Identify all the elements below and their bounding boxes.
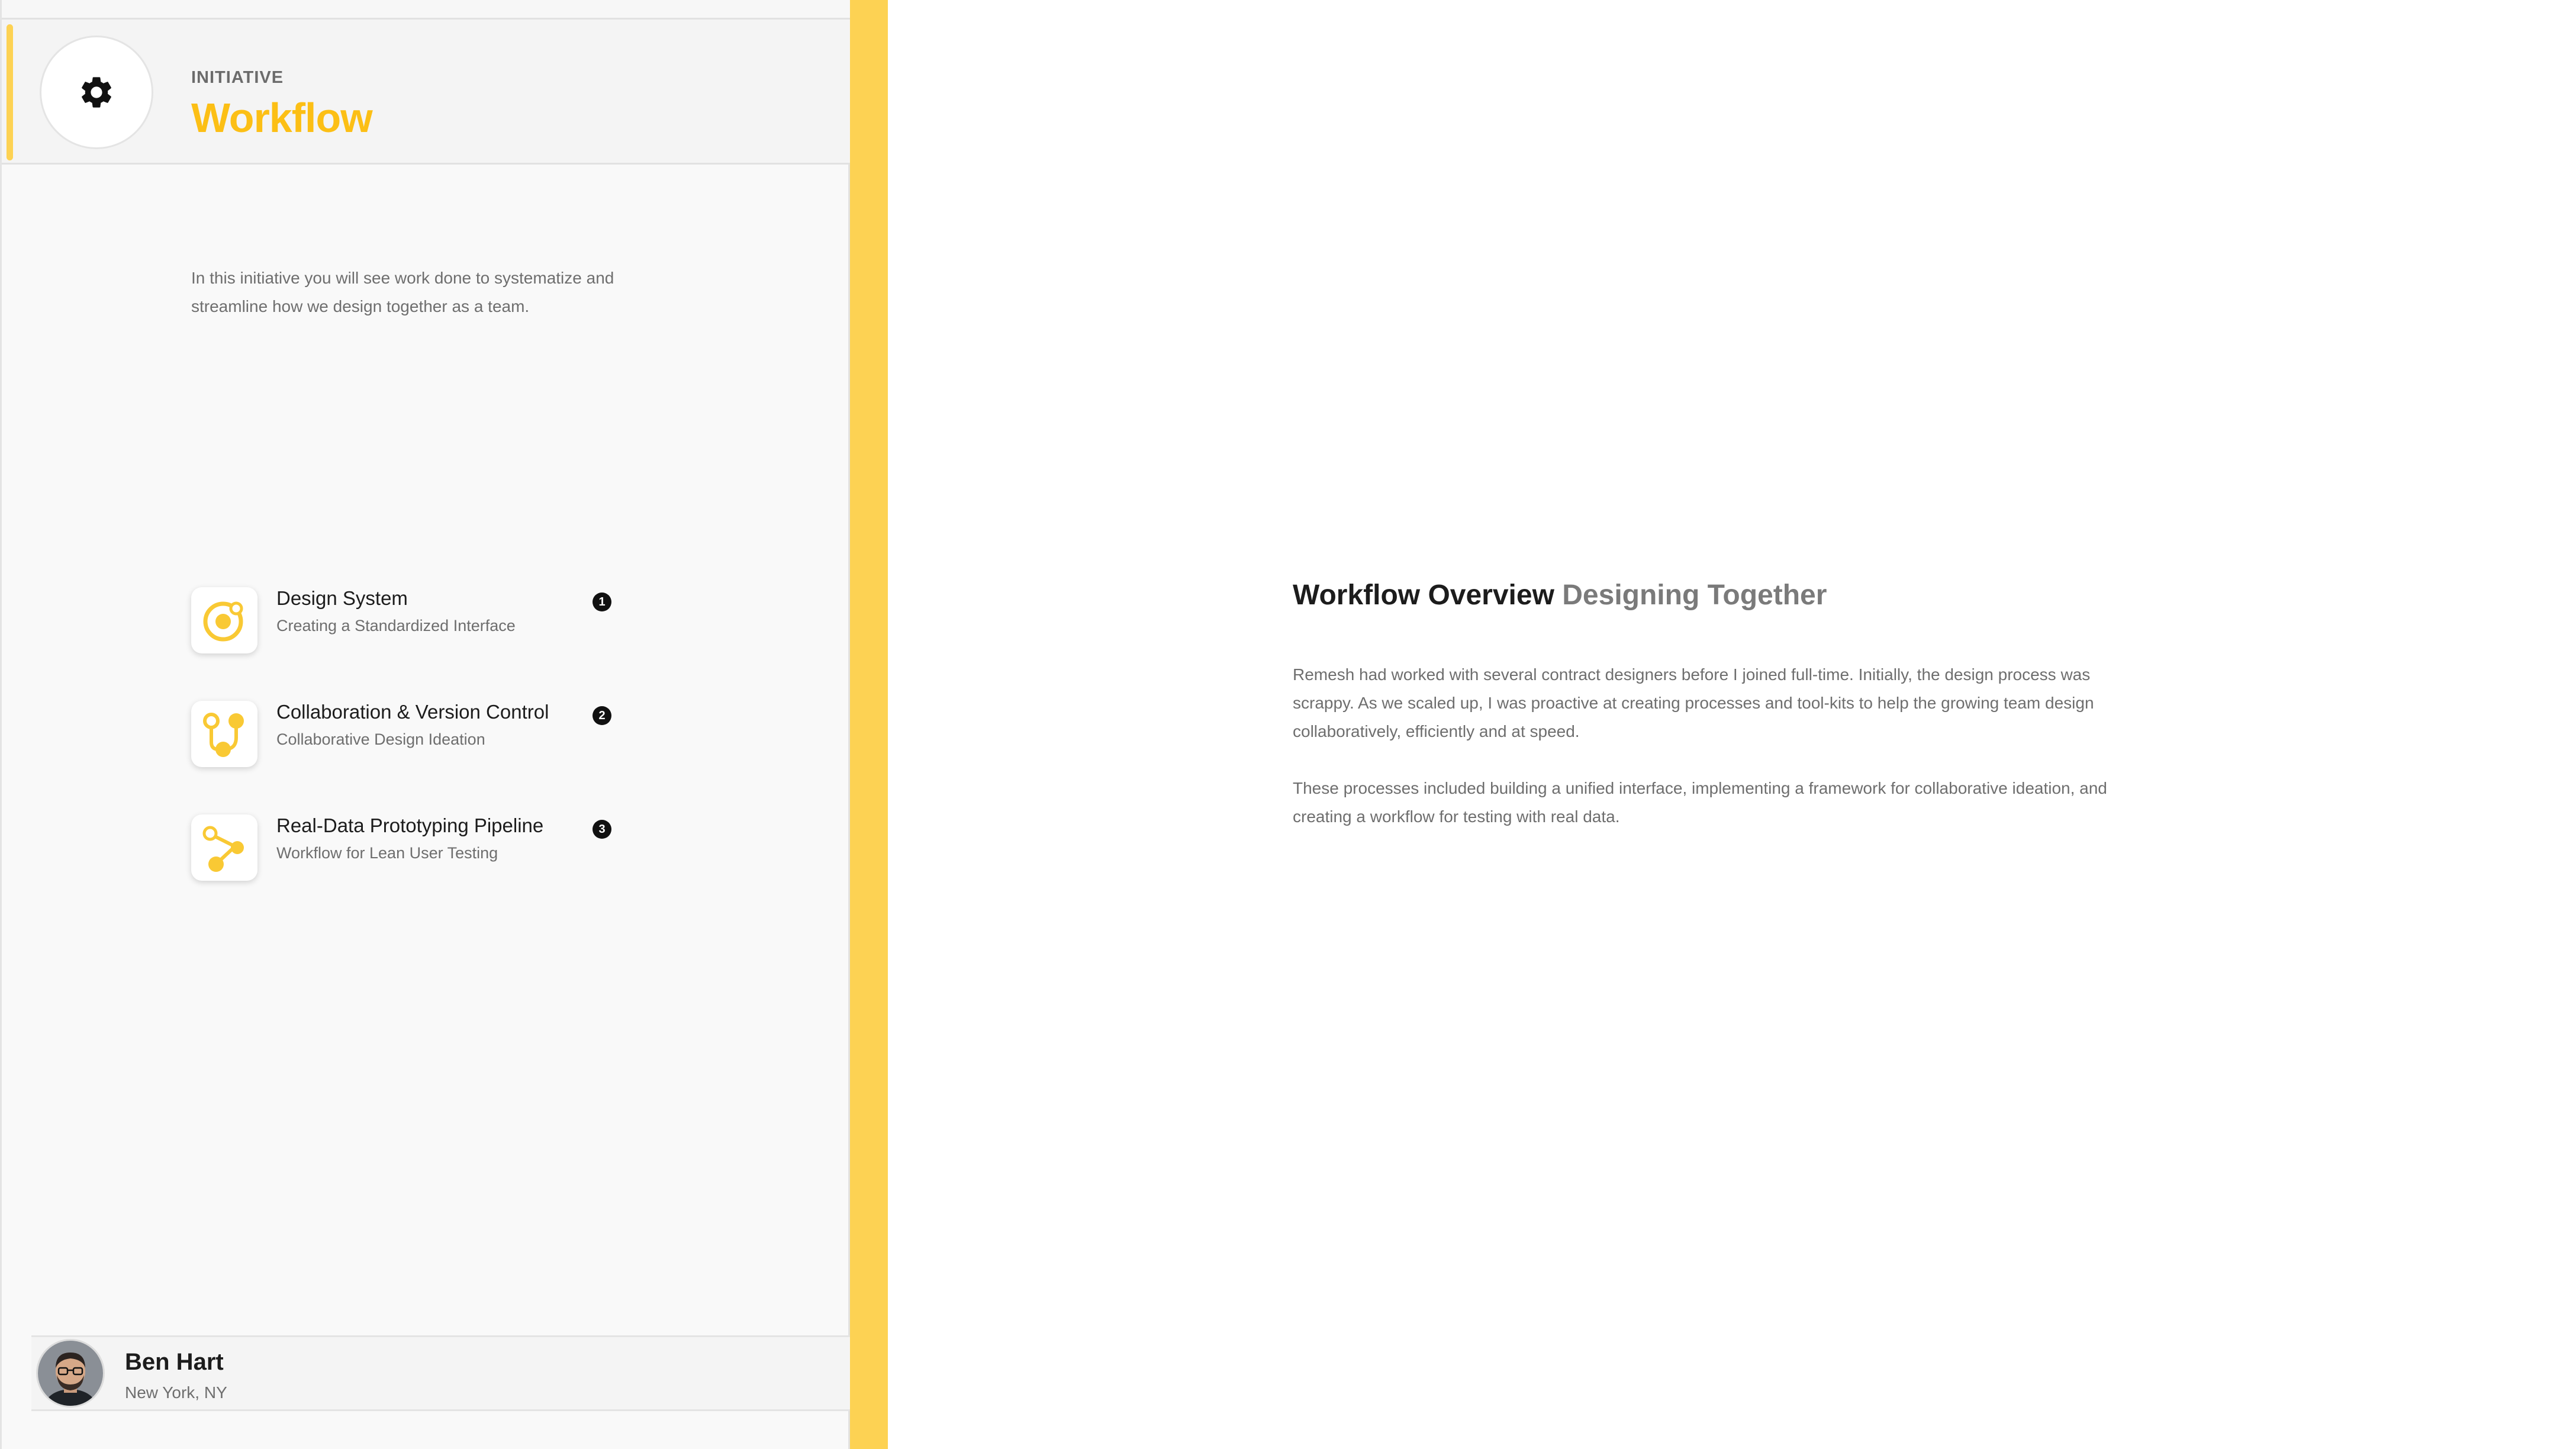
item-subtitle: Creating a Standardized Interface [276, 617, 516, 635]
item-number-badge: 1 [593, 593, 611, 611]
author-location: New York, NY [125, 1383, 227, 1402]
initiative-title: Workflow [191, 95, 373, 141]
overview-heading: Workflow Overview Designing Together [1293, 579, 1827, 611]
initiative-icon-badge [40, 36, 153, 149]
initiative-header: INITIATIVE Workflow [2, 20, 850, 165]
author-name: Ben Hart [125, 1349, 224, 1375]
item-icon-tile [191, 814, 257, 881]
pipeline-icon [202, 826, 244, 872]
overview-heading-primary: Workflow Overview [1293, 579, 1554, 611]
top-strip [2, 0, 852, 20]
overview-paragraph-1: Remesh had worked with several contract … [1293, 665, 2094, 740]
author-profile[interactable]: Ben Hart New York, NY [31, 1335, 850, 1411]
item-subtitle: Workflow for Lean User Testing [276, 844, 498, 862]
gear-icon [82, 77, 111, 108]
avatar-portrait-icon [38, 1341, 103, 1406]
overview-paragraph-2: These processes included building a unif… [1293, 779, 2107, 826]
initiative-eyebrow: INITIATIVE [191, 68, 284, 87]
nav-item-design-system[interactable]: Design System Creating a Standardized In… [191, 587, 623, 658]
accent-divider [850, 0, 888, 1449]
nav-item-prototyping-pipeline[interactable]: Real-Data Prototyping Pipeline Workflow … [191, 814, 623, 886]
item-number-badge: 3 [593, 820, 611, 839]
avatar [36, 1339, 105, 1408]
item-subtitle: Collaborative Design Ideation [276, 730, 485, 748]
item-title: Design System [276, 587, 408, 609]
item-icon-tile [191, 701, 257, 767]
nav-item-collaboration[interactable]: Collaboration & Version Control Collabor… [191, 701, 623, 772]
item-title: Collaboration & Version Control [276, 701, 549, 723]
header-accent-bar [7, 24, 13, 160]
item-number-badge: 2 [593, 706, 611, 725]
overview-heading-secondary: Designing Together [1562, 579, 1827, 611]
target-icon [203, 601, 243, 642]
initiative-intro: In this initiative you will see work don… [191, 269, 614, 315]
item-icon-tile [191, 587, 257, 653]
item-title: Real-Data Prototyping Pipeline [276, 814, 544, 836]
initiative-sidebar: INITIATIVE Workflow In this initiative y… [0, 0, 852, 1449]
branch-icon [203, 713, 244, 757]
